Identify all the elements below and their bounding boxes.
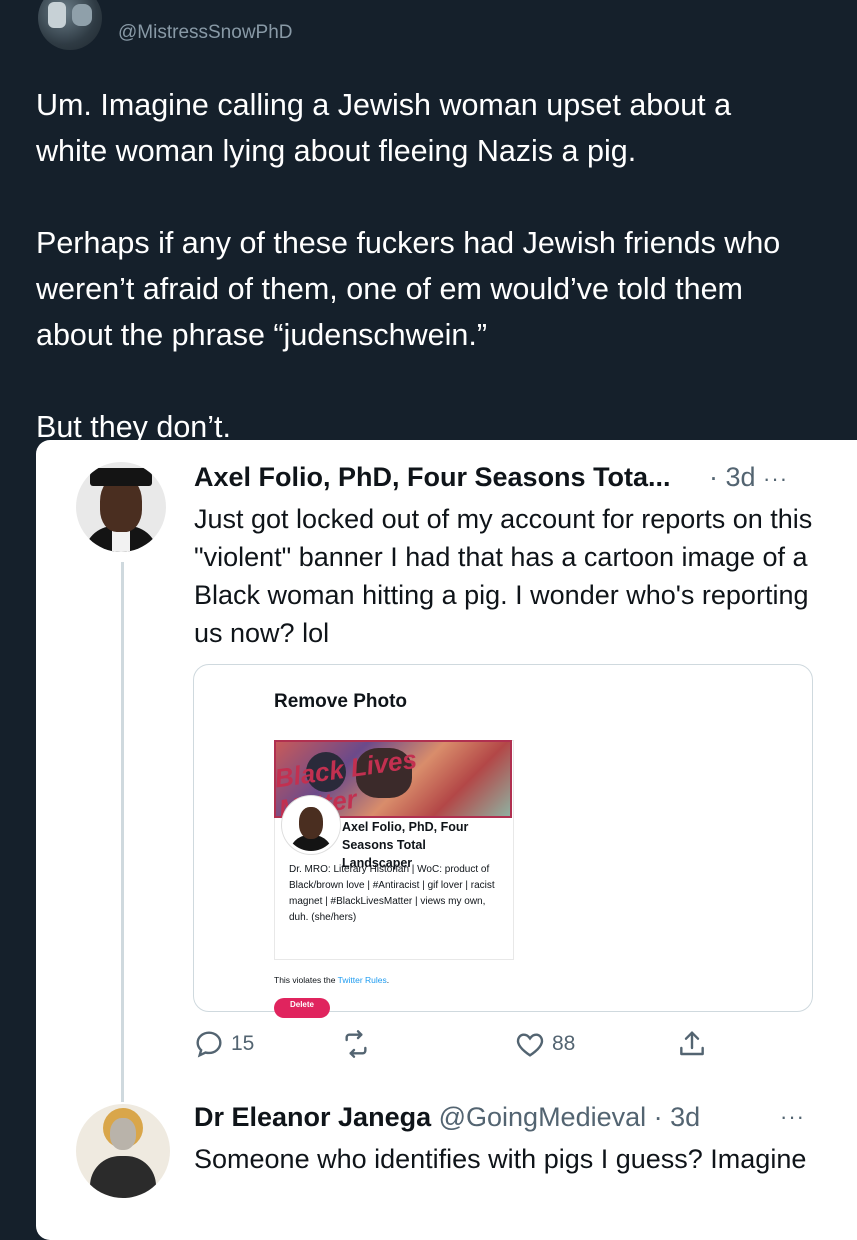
quoted-tweet-text: Just got locked out of my account for re… xyxy=(194,504,813,648)
quoted-tweet-time[interactable]: · 3d xyxy=(709,462,756,492)
share-icon xyxy=(680,1031,704,1056)
tweet-paragraph-1: Um. Imagine calling a Jewish woman upset… xyxy=(36,88,732,168)
heart-icon xyxy=(516,1033,544,1057)
reply-count: 15 xyxy=(231,1032,255,1055)
reply-tweet-text: Someone who identifies with pigs I guess… xyxy=(194,1144,807,1174)
reply-more-options-icon[interactable]: ··· xyxy=(780,1104,805,1130)
delete-button: Delete xyxy=(274,998,330,1018)
author-avatar[interactable] xyxy=(38,0,102,50)
quoted-tweet-meta: · 3d ··· xyxy=(709,462,788,493)
reply-icon xyxy=(196,1031,222,1058)
retweet-button[interactable] xyxy=(340,1028,378,1060)
tweet-body: Um. Imagine calling a Jewish woman upset… xyxy=(36,82,836,496)
remove-photo-title: Remove Photo xyxy=(274,691,408,712)
quoted-author-name[interactable]: Axel Folio, PhD, Four Seasons Tota... xyxy=(194,462,671,493)
reply-author-handle[interactable]: @GoingMedieval · 3d xyxy=(439,1102,701,1132)
retweet-icon xyxy=(345,1030,367,1058)
twitter-rules-link: Twitter Rules xyxy=(337,975,387,985)
like-button[interactable]: 88 xyxy=(514,1028,575,1060)
reply-author-line: Dr Eleanor Janega @GoingMedieval · 3d xyxy=(194,1102,700,1133)
thread-connector-line xyxy=(121,562,124,1102)
author-handle[interactable]: @MistressSnowPhD xyxy=(118,22,293,44)
profile-preview-avatar xyxy=(282,796,340,854)
like-count: 88 xyxy=(552,1032,576,1055)
share-button[interactable] xyxy=(676,1028,708,1060)
reply-author-avatar[interactable] xyxy=(76,1104,170,1198)
violation-text: This violates the xyxy=(274,975,338,985)
reply-author-name[interactable]: Dr Eleanor Janega xyxy=(194,1102,431,1132)
clipped-display-name: ‾ ‾ ‾ xyxy=(118,0,176,12)
quoted-author-avatar[interactable] xyxy=(76,462,166,552)
more-options-icon[interactable]: ··· xyxy=(763,466,788,491)
reply-button[interactable]: 15 xyxy=(193,1028,254,1060)
profile-preview-bio: Dr. MRO: Literary Historian | WoC: produ… xyxy=(289,864,495,923)
tweet-paragraph-2: Perhaps if any of these fuckers had Jewi… xyxy=(36,226,781,352)
violation-notice: This violates the Twitter Rules. xyxy=(274,975,389,985)
violation-period: . xyxy=(386,975,390,985)
